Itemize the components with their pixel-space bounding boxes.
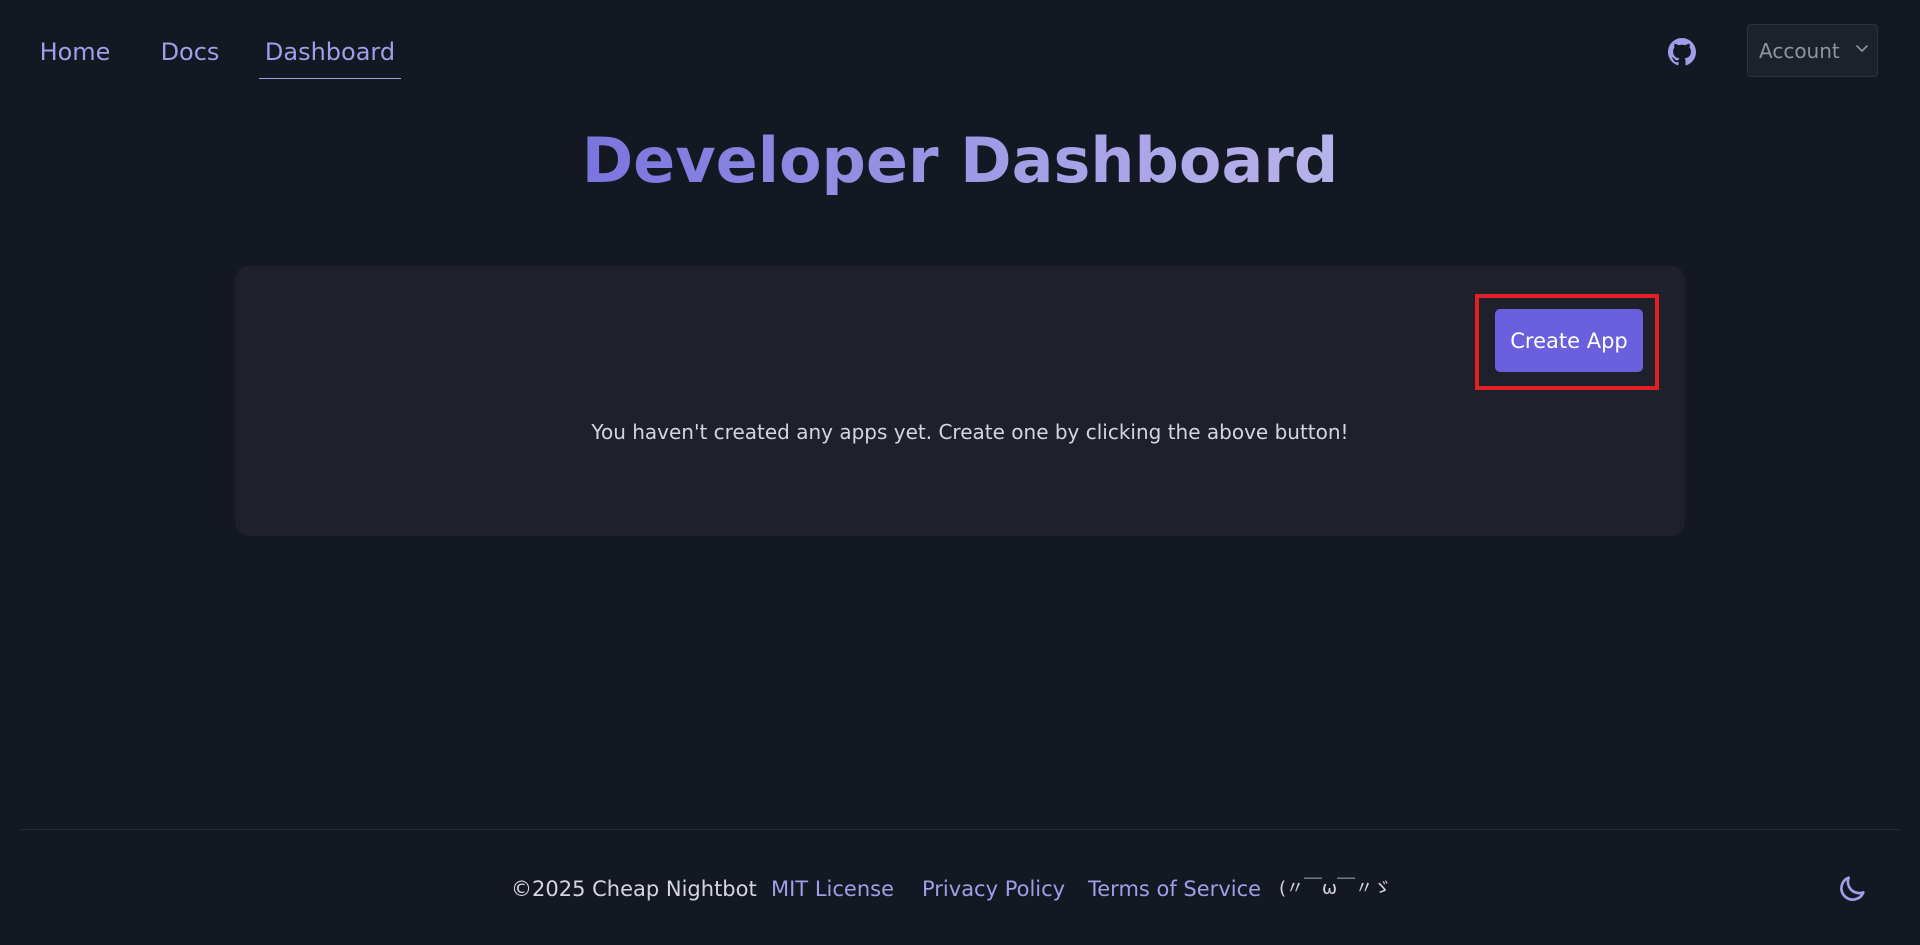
chevron-down-icon (1856, 45, 1868, 52)
copyright-text: ©2025 Cheap Nightbot (511, 877, 757, 901)
privacy-policy-link[interactable]: Privacy Policy (922, 875, 1065, 903)
account-dropdown[interactable]: Account (1747, 24, 1878, 77)
empty-state-message: You haven't created any apps yet. Create… (591, 420, 1349, 444)
apps-card (235, 266, 1685, 536)
page: Home Docs Dashboard Account Developer Da… (0, 0, 1920, 945)
top-nav: Home Docs Dashboard Account (0, 0, 1920, 100)
page-title: Developer Dashboard (0, 122, 1920, 200)
nav-home-link[interactable]: Home (32, 34, 118, 82)
page-title-text: Developer Dashboard (581, 124, 1339, 197)
moon-icon[interactable] (1836, 873, 1868, 905)
mit-license-link[interactable]: MIT License (771, 875, 894, 903)
nav-docs-link[interactable]: Docs (152, 34, 228, 82)
nav-dashboard-link[interactable]: Dashboard (259, 34, 401, 82)
kaomoji-text: (〃￣ω￣〃ゞ (1279, 878, 1392, 899)
github-icon[interactable] (1668, 38, 1696, 66)
terms-of-service-link[interactable]: Terms of Service (1088, 875, 1261, 903)
create-app-button[interactable]: Create App (1495, 309, 1643, 372)
footer-divider (20, 829, 1900, 830)
account-label: Account (1759, 38, 1840, 63)
